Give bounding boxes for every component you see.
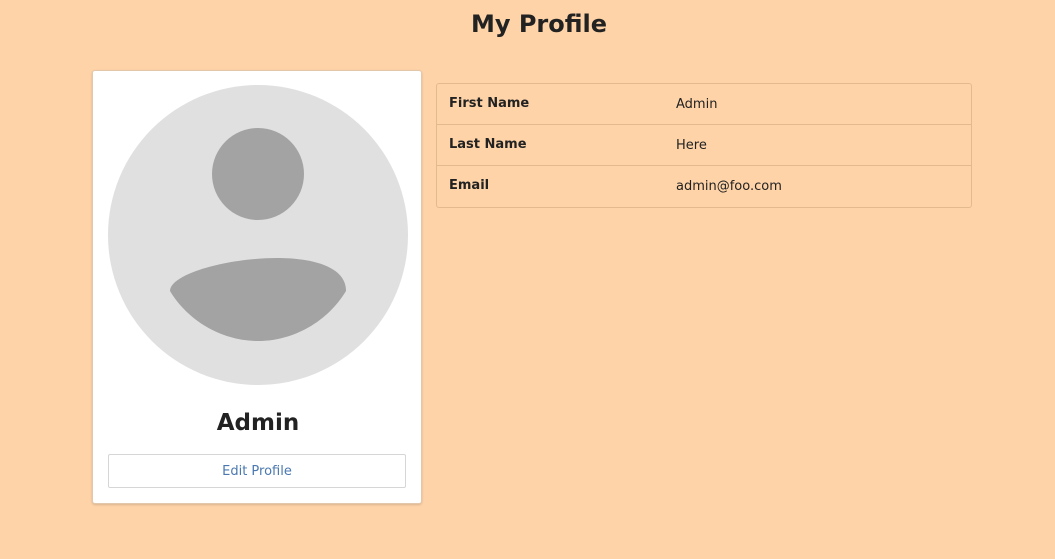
detail-value: Here [676,138,707,153]
profile-details-table: First Name Admin Last Name Here Email ad… [436,83,972,208]
profile-name: Admin [216,410,300,436]
detail-row-first-name: First Name Admin [437,84,971,125]
detail-value: Admin [676,97,718,112]
detail-row-email: Email admin@foo.com [437,166,971,207]
detail-label: Last Name [449,137,527,152]
profile-card: Admin Edit Profile [92,70,422,504]
edit-profile-button[interactable]: Edit Profile [108,454,406,488]
detail-value: admin@foo.com [676,179,782,194]
detail-label: Email [449,178,490,193]
page-title: My Profile [470,10,608,38]
detail-row-last-name: Last Name Here [437,125,971,166]
detail-label: First Name [449,96,530,111]
user-avatar-placeholder-icon [108,85,408,385]
